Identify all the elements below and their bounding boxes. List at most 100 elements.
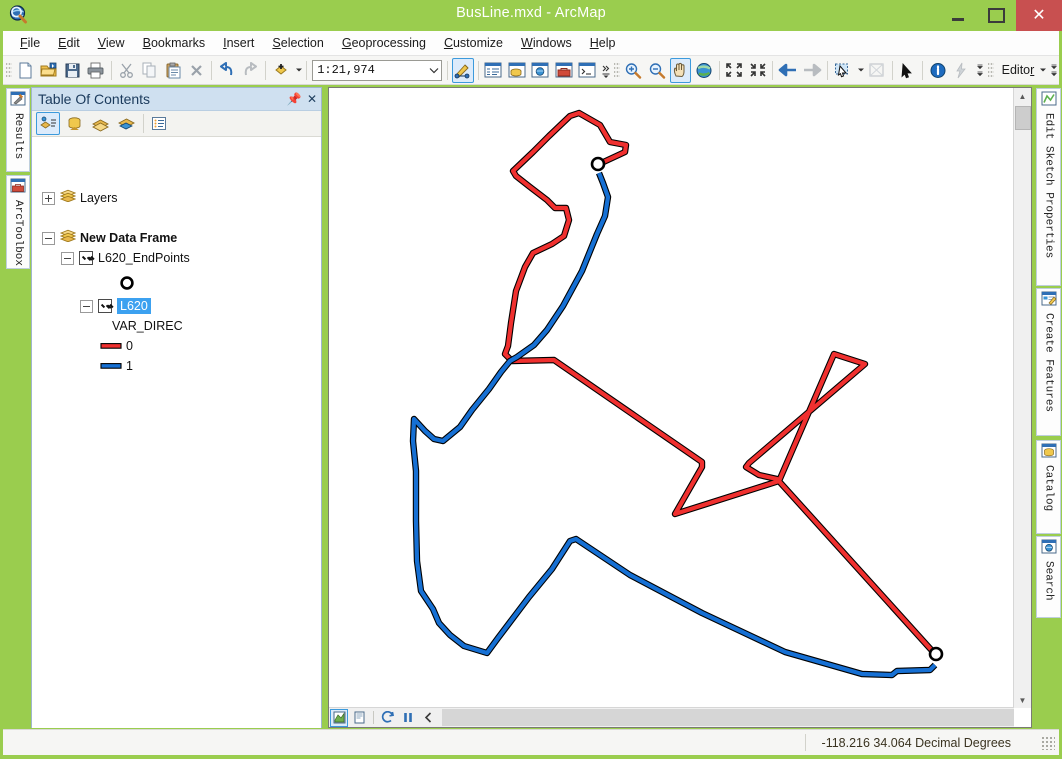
sidebar-item-create-features-label: Create Features [1042, 313, 1055, 413]
copy-icon[interactable] [139, 58, 160, 83]
menu-bookmarks[interactable]: Bookmarks [134, 33, 215, 53]
editor-overflow-button[interactable] [1049, 59, 1059, 81]
toc-class-0[interactable]: 0 [100, 337, 133, 355]
add-data-icon[interactable] [270, 58, 291, 83]
toc-class-1[interactable]: 1 [100, 357, 133, 375]
editor-toolbar-icon[interactable] [452, 57, 474, 83]
collapse-panel-icon[interactable] [419, 709, 437, 727]
back-extent-icon[interactable] [777, 58, 799, 83]
collapse-minus-icon[interactable] [61, 251, 74, 265]
minimize-button[interactable] [938, 0, 977, 31]
sidebar-item-edit-sketch-properties-label: Edit Sketch Properties [1042, 113, 1055, 259]
toolbar-grip[interactable] [613, 61, 620, 79]
map-vertical-scrollbar[interactable]: ▲ ▼ [1013, 88, 1031, 708]
forward-extent-icon[interactable] [801, 58, 823, 83]
search-window-icon [1041, 539, 1057, 559]
select-features-icon[interactable] [832, 58, 853, 83]
menu-file[interactable]: File [11, 33, 49, 53]
search-window-icon[interactable] [529, 58, 550, 83]
save-icon[interactable] [62, 58, 83, 83]
delete-icon[interactable] [186, 58, 207, 83]
chevron-down-icon[interactable] [427, 67, 441, 74]
select-elements-icon[interactable] [897, 58, 918, 83]
collapse-minus-icon[interactable] [80, 299, 93, 313]
sidebar-item-edit-sketch-properties[interactable]: Edit Sketch Properties [1036, 88, 1061, 286]
menu-view[interactable]: View [89, 33, 134, 53]
layer-visibility-checkbox[interactable] [79, 251, 93, 265]
menu-selection[interactable]: Selection [263, 33, 332, 53]
vertical-scroll-thumb[interactable] [1015, 106, 1031, 130]
data-view-icon[interactable] [330, 708, 348, 727]
map-scale-combobox[interactable]: 1:21,974 [312, 59, 443, 81]
python-window-icon[interactable] [576, 58, 597, 83]
fixed-zoom-out-icon[interactable] [747, 58, 768, 83]
menu-help[interactable]: Help [581, 33, 625, 53]
collapse-minus-icon[interactable] [42, 231, 55, 245]
bottom-bar-separator [373, 711, 374, 724]
toc-layer-l620[interactable]: L620 [80, 297, 151, 315]
close-icon[interactable]: ✕ [303, 92, 321, 106]
sidebar-item-create-features[interactable]: Create Features [1036, 288, 1061, 436]
sidebar-item-results[interactable]: Results [6, 88, 30, 172]
zoom-in-icon[interactable] [623, 58, 644, 83]
editor-dropdown-arrow[interactable] [1038, 59, 1047, 81]
maximize-button[interactable] [977, 0, 1016, 31]
arctoolbox-icon[interactable] [553, 58, 574, 83]
list-by-visibility-icon[interactable] [88, 112, 112, 135]
sidebar-item-arctoolbox[interactable]: ArcToolbox [6, 175, 30, 269]
minimize-icon [951, 17, 964, 21]
identify-icon[interactable] [927, 58, 948, 83]
toc-symbol-endpoint[interactable] [118, 275, 136, 294]
toolbar-overflow-button[interactable] [601, 59, 611, 81]
table-of-contents-icon[interactable] [483, 58, 504, 83]
pause-drawing-icon[interactable] [399, 709, 417, 727]
hyperlink-icon[interactable] [950, 58, 971, 83]
expand-plus-icon[interactable] [42, 191, 55, 205]
editor-toolbar-grip[interactable] [987, 61, 994, 79]
sidebar-item-catalog[interactable]: Catalog [1036, 440, 1061, 534]
zoom-out-icon[interactable] [646, 58, 667, 83]
full-extent-globe-icon[interactable] [693, 58, 714, 83]
pan-hand-icon[interactable] [669, 57, 692, 83]
toc-group-new-data-frame[interactable]: New Data Frame [42, 229, 177, 247]
scroll-down-arrow-icon[interactable]: ▼ [1014, 692, 1031, 708]
options-icon[interactable] [147, 112, 171, 135]
menu-customize[interactable]: Customize [435, 33, 512, 53]
add-data-dropdown-arrow[interactable] [294, 59, 303, 81]
toolbar-overflow-button-2[interactable] [975, 59, 985, 81]
undo-icon[interactable] [216, 58, 237, 83]
select-features-dropdown-arrow[interactable] [856, 59, 865, 81]
list-by-drawing-order-icon[interactable] [36, 112, 60, 135]
print-icon[interactable] [85, 58, 106, 83]
map-canvas[interactable] [329, 88, 1014, 708]
editor-menu-button[interactable]: Editor [996, 63, 1037, 77]
scroll-up-arrow-icon[interactable]: ▲ [1014, 88, 1031, 104]
list-by-selection-icon[interactable] [114, 112, 138, 135]
open-document-icon[interactable] [38, 58, 59, 83]
list-by-source-icon[interactable] [62, 112, 86, 135]
pin-icon[interactable]: 📌 [285, 92, 303, 106]
paste-icon[interactable] [162, 58, 183, 83]
fixed-zoom-in-icon[interactable] [723, 58, 744, 83]
menu-insert[interactable]: Insert [214, 33, 263, 53]
menu-geoprocessing[interactable]: Geoprocessing [333, 33, 435, 53]
refresh-view-icon[interactable] [379, 709, 397, 727]
redo-icon[interactable] [240, 58, 261, 83]
resize-grip[interactable] [1041, 735, 1055, 750]
sidebar-item-arctoolbox-label: ArcToolbox [12, 200, 24, 267]
toc-group-layers[interactable]: Layers [42, 189, 118, 207]
horizontal-scroll-track[interactable] [442, 709, 1014, 726]
catalog-window-icon[interactable] [506, 58, 527, 83]
close-button[interactable]: ✕ [1016, 0, 1062, 31]
sidebar-item-search[interactable]: Search [1036, 536, 1061, 618]
toc-layer-l620-endpoints[interactable]: L620_EndPoints [61, 249, 190, 267]
clear-selection-icon[interactable] [866, 58, 887, 83]
toolbar-grip[interactable] [6, 61, 12, 79]
toolbar-separator [211, 60, 213, 80]
layer-visibility-checkbox[interactable] [98, 299, 112, 313]
cut-icon[interactable] [115, 58, 136, 83]
menu-windows[interactable]: Windows [512, 33, 581, 53]
layout-view-icon[interactable] [350, 709, 368, 727]
menu-edit[interactable]: Edit [49, 33, 89, 53]
new-document-icon[interactable] [15, 58, 36, 83]
